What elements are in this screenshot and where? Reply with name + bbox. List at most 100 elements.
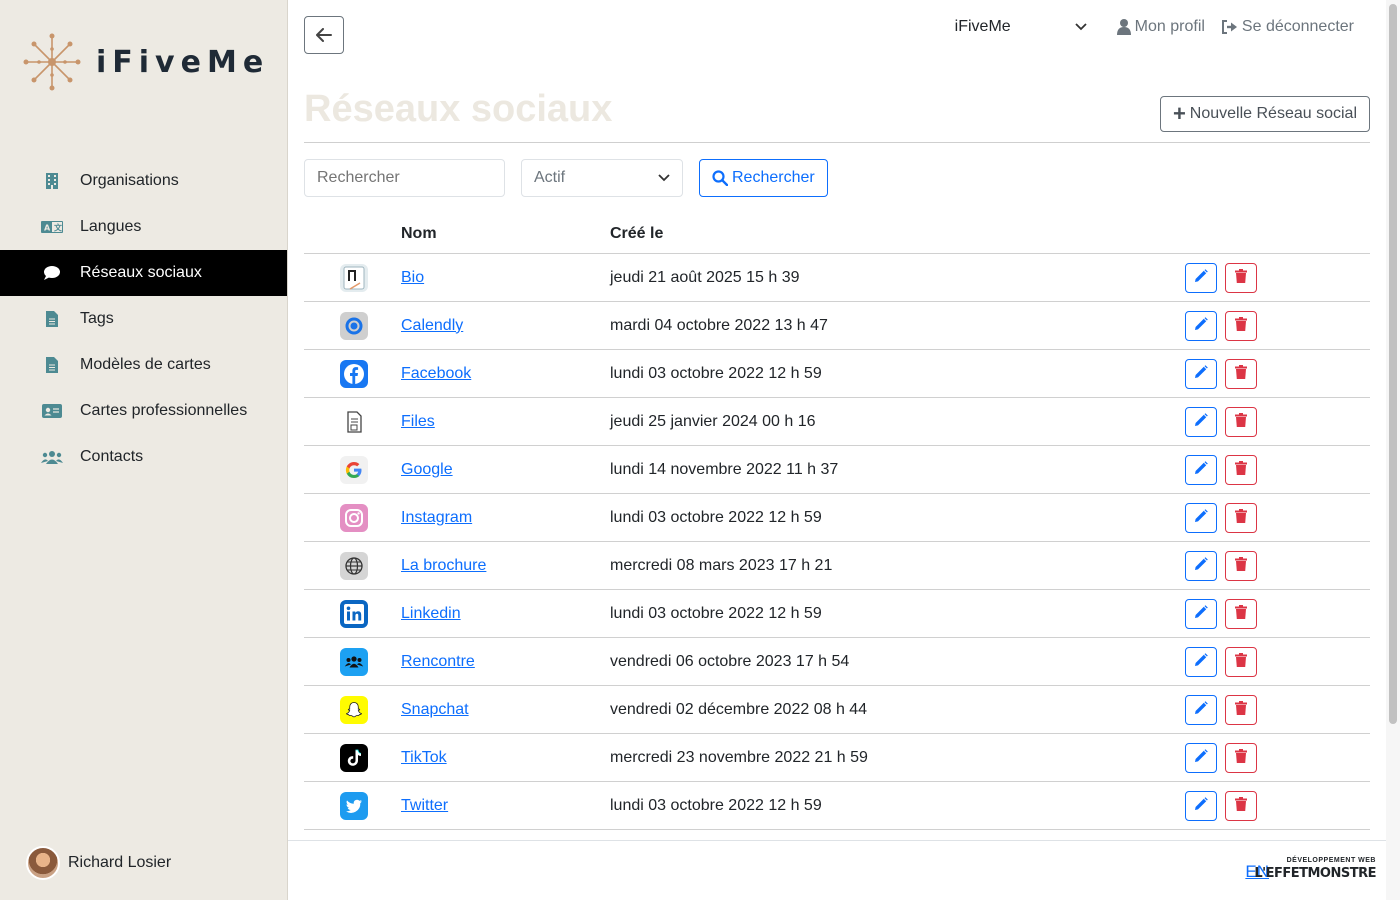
trash-icon [1235,365,1247,382]
chevron-down-icon[interactable] [1075,18,1087,36]
pencil-icon [1194,749,1208,766]
sidebar-item-cartes-professionnelles[interactable]: Cartes professionnelles [0,388,287,434]
trash-icon [1235,653,1247,670]
network-name-link[interactable]: Google [401,461,453,478]
network-name-link[interactable]: Twitter [401,797,448,814]
page-scrollbar[interactable] [1386,0,1400,900]
trash-icon [1235,413,1247,430]
network-name-link[interactable]: Bio [401,269,424,286]
back-button[interactable] [304,16,344,54]
edit-button[interactable] [1185,742,1217,773]
edit-button[interactable] [1185,454,1217,485]
created-date: lundi 03 octobre 2022 12 h 59 [610,364,822,382]
table-header: Nom Créé le [304,214,1370,254]
created-date: jeudi 21 août 2025 15 h 39 [610,268,800,286]
delete-button[interactable] [1225,502,1257,533]
edit-button[interactable] [1185,598,1217,629]
search-input[interactable] [304,159,505,197]
edit-button[interactable] [1185,790,1217,821]
users-icon [40,448,64,466]
table-row: Files jeudi 25 janvier 2024 00 h 16 [304,398,1370,446]
edit-button[interactable] [1185,694,1217,725]
created-date: lundi 14 novembre 2022 11 h 37 [610,460,839,478]
user-icon [1116,19,1131,35]
trash-icon [1235,461,1247,478]
column-header-created[interactable]: Créé le [610,225,1185,243]
edit-button[interactable] [1185,502,1217,533]
search-icon [712,170,728,186]
network-name-link[interactable]: La brochure [401,557,486,574]
meetup-icon [339,647,368,676]
trash-icon [1235,557,1247,574]
delete-button[interactable] [1225,598,1257,629]
status-select-value: Actif [534,169,566,186]
new-social-network-button[interactable]: + Nouvelle Réseau social [1159,96,1370,132]
delete-button[interactable] [1225,742,1257,773]
logout-label: Se déconnecter [1241,18,1354,35]
network-name-link[interactable]: Linkedin [401,605,461,622]
bio-icon [339,263,368,292]
delete-button[interactable] [1225,646,1257,677]
table-row: Twitter lundi 03 octobre 2022 12 h 59 [304,782,1370,830]
network-name-link[interactable]: Rencontre [401,653,475,670]
svg-text:文: 文 [54,223,63,233]
profile-link[interactable]: Mon profil [1116,18,1205,36]
sidebar-item-label: Contacts [80,448,144,465]
top-nav: iFiveMe Mon profil Se déconnecter [955,18,1354,36]
page-title: Réseaux sociaux [304,88,613,130]
status-select[interactable]: Actif [521,159,683,197]
delete-button[interactable] [1225,454,1257,485]
delete-button[interactable] [1225,310,1257,341]
pencil-icon [1194,461,1208,478]
search-button-label: Rechercher [732,169,815,186]
table-body: Bio jeudi 21 août 2025 15 h 39 Calendly mar… [304,254,1370,830]
trash-icon [1235,749,1247,766]
table-row: TikTok mercredi 23 novembre 2022 21 h 59 [304,734,1370,782]
edit-button[interactable] [1185,262,1217,293]
delete-button[interactable] [1225,790,1257,821]
search-button[interactable]: Rechercher [699,159,828,197]
network-name-link[interactable]: TikTok [401,749,447,766]
delete-button[interactable] [1225,262,1257,293]
network-name-link[interactable]: Snapchat [401,701,469,718]
column-header-name[interactable]: Nom [401,225,610,243]
edit-button[interactable] [1185,550,1217,581]
pencil-icon [1194,701,1208,718]
files-icon [339,407,368,436]
twitter-icon [339,791,368,820]
avatar [26,846,60,880]
table-row: Snapchat vendredi 02 décembre 2022 08 h 4… [304,686,1370,734]
pencil-icon [1194,605,1208,622]
arrow-left-icon [316,28,332,42]
network-name-link[interactable]: Files [401,413,435,430]
sidebar-item-tags[interactable]: Tags [0,296,287,342]
edit-button[interactable] [1185,406,1217,437]
pencil-icon [1194,269,1208,286]
logout-link[interactable]: Se déconnecter [1221,18,1354,36]
sidebar-item-modeles-de-cartes[interactable]: Modèles de cartes [0,342,287,388]
network-name-link[interactable]: Instagram [401,509,472,526]
edit-button[interactable] [1185,646,1217,677]
profile-label: Mon profil [1134,18,1205,35]
delete-button[interactable] [1225,694,1257,725]
developer-brand[interactable]: DÉVELOPPEMENT WEB L'EFFETMONSTRE [1254,857,1376,880]
delete-button[interactable] [1225,358,1257,389]
sidebar-item-organisations[interactable]: Organisations [0,158,287,204]
sidebar-item-reseaux-sociaux[interactable]: Réseaux sociaux [0,250,287,296]
delete-button[interactable] [1225,550,1257,581]
scrollbar-thumb[interactable] [1389,4,1397,724]
user-profile[interactable]: Richard Losier [26,846,171,880]
edit-button[interactable] [1185,358,1217,389]
created-date: lundi 03 octobre 2022 12 h 59 [610,796,822,814]
org-select[interactable]: iFiveMe [955,18,1011,36]
snapchat-icon [339,695,368,724]
sidebar-item-langues[interactable]: A文 Langues [0,204,287,250]
sidebar-item-contacts[interactable]: Contacts [0,434,287,480]
network-name-link[interactable]: Facebook [401,365,471,382]
network-name-link[interactable]: Calendly [401,317,463,334]
delete-button[interactable] [1225,406,1257,437]
brand-line-1: DÉVELOPPEMENT WEB [1286,857,1376,864]
app-logo[interactable]: iFiveMe [22,32,269,92]
trash-icon [1235,605,1247,622]
edit-button[interactable] [1185,310,1217,341]
